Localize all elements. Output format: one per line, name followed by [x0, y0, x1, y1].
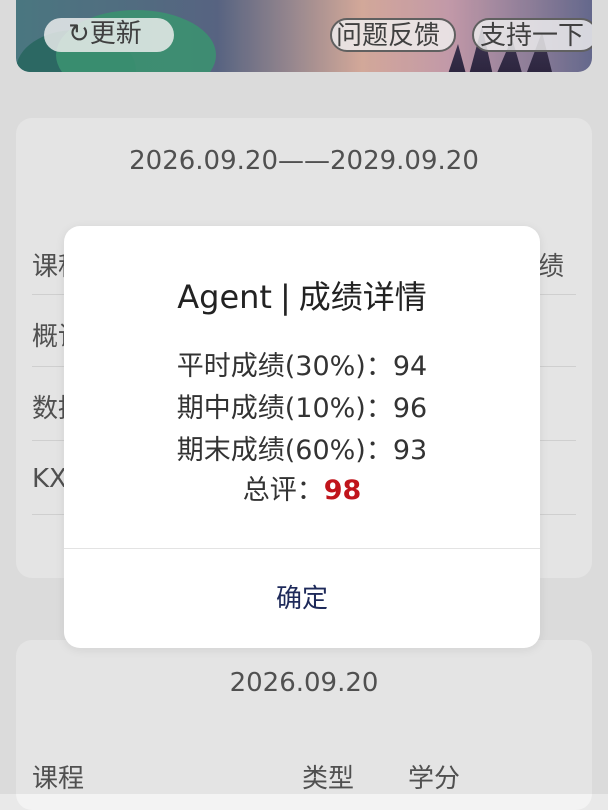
dialog-title: Agent | 成绩详情 [64, 272, 540, 318]
score-value: 93 [392, 435, 428, 466]
dialog-title-main: Agent [177, 278, 272, 316]
score-label: 期末成绩(60%)： [176, 435, 393, 466]
confirm-button[interactable]: 确定 [64, 578, 540, 615]
dialog-title-sub: 成绩详情 [298, 278, 427, 316]
score-line-midterm: 期中成绩(10%)：96 [64, 386, 540, 425]
score-value: 94 [392, 351, 428, 382]
total-label: 总评： [242, 475, 324, 506]
score-line-regular: 平时成绩(30%)：94 [64, 344, 540, 383]
score-value: 96 [392, 393, 428, 424]
dialog-title-separator: | [279, 278, 291, 316]
score-label: 平时成绩(30%)： [176, 351, 393, 382]
score-line-final: 期末成绩(60%)：93 [64, 428, 540, 467]
total-value: 98 [323, 475, 362, 506]
score-label: 期中成绩(10%)： [176, 393, 393, 424]
dialog-divider [64, 548, 540, 549]
grade-detail-dialog: Agent | 成绩详情 平时成绩(30%)：94 期中成绩(10%)：96 期末成… [64, 226, 540, 648]
score-line-total: 总评：98 [64, 468, 540, 507]
